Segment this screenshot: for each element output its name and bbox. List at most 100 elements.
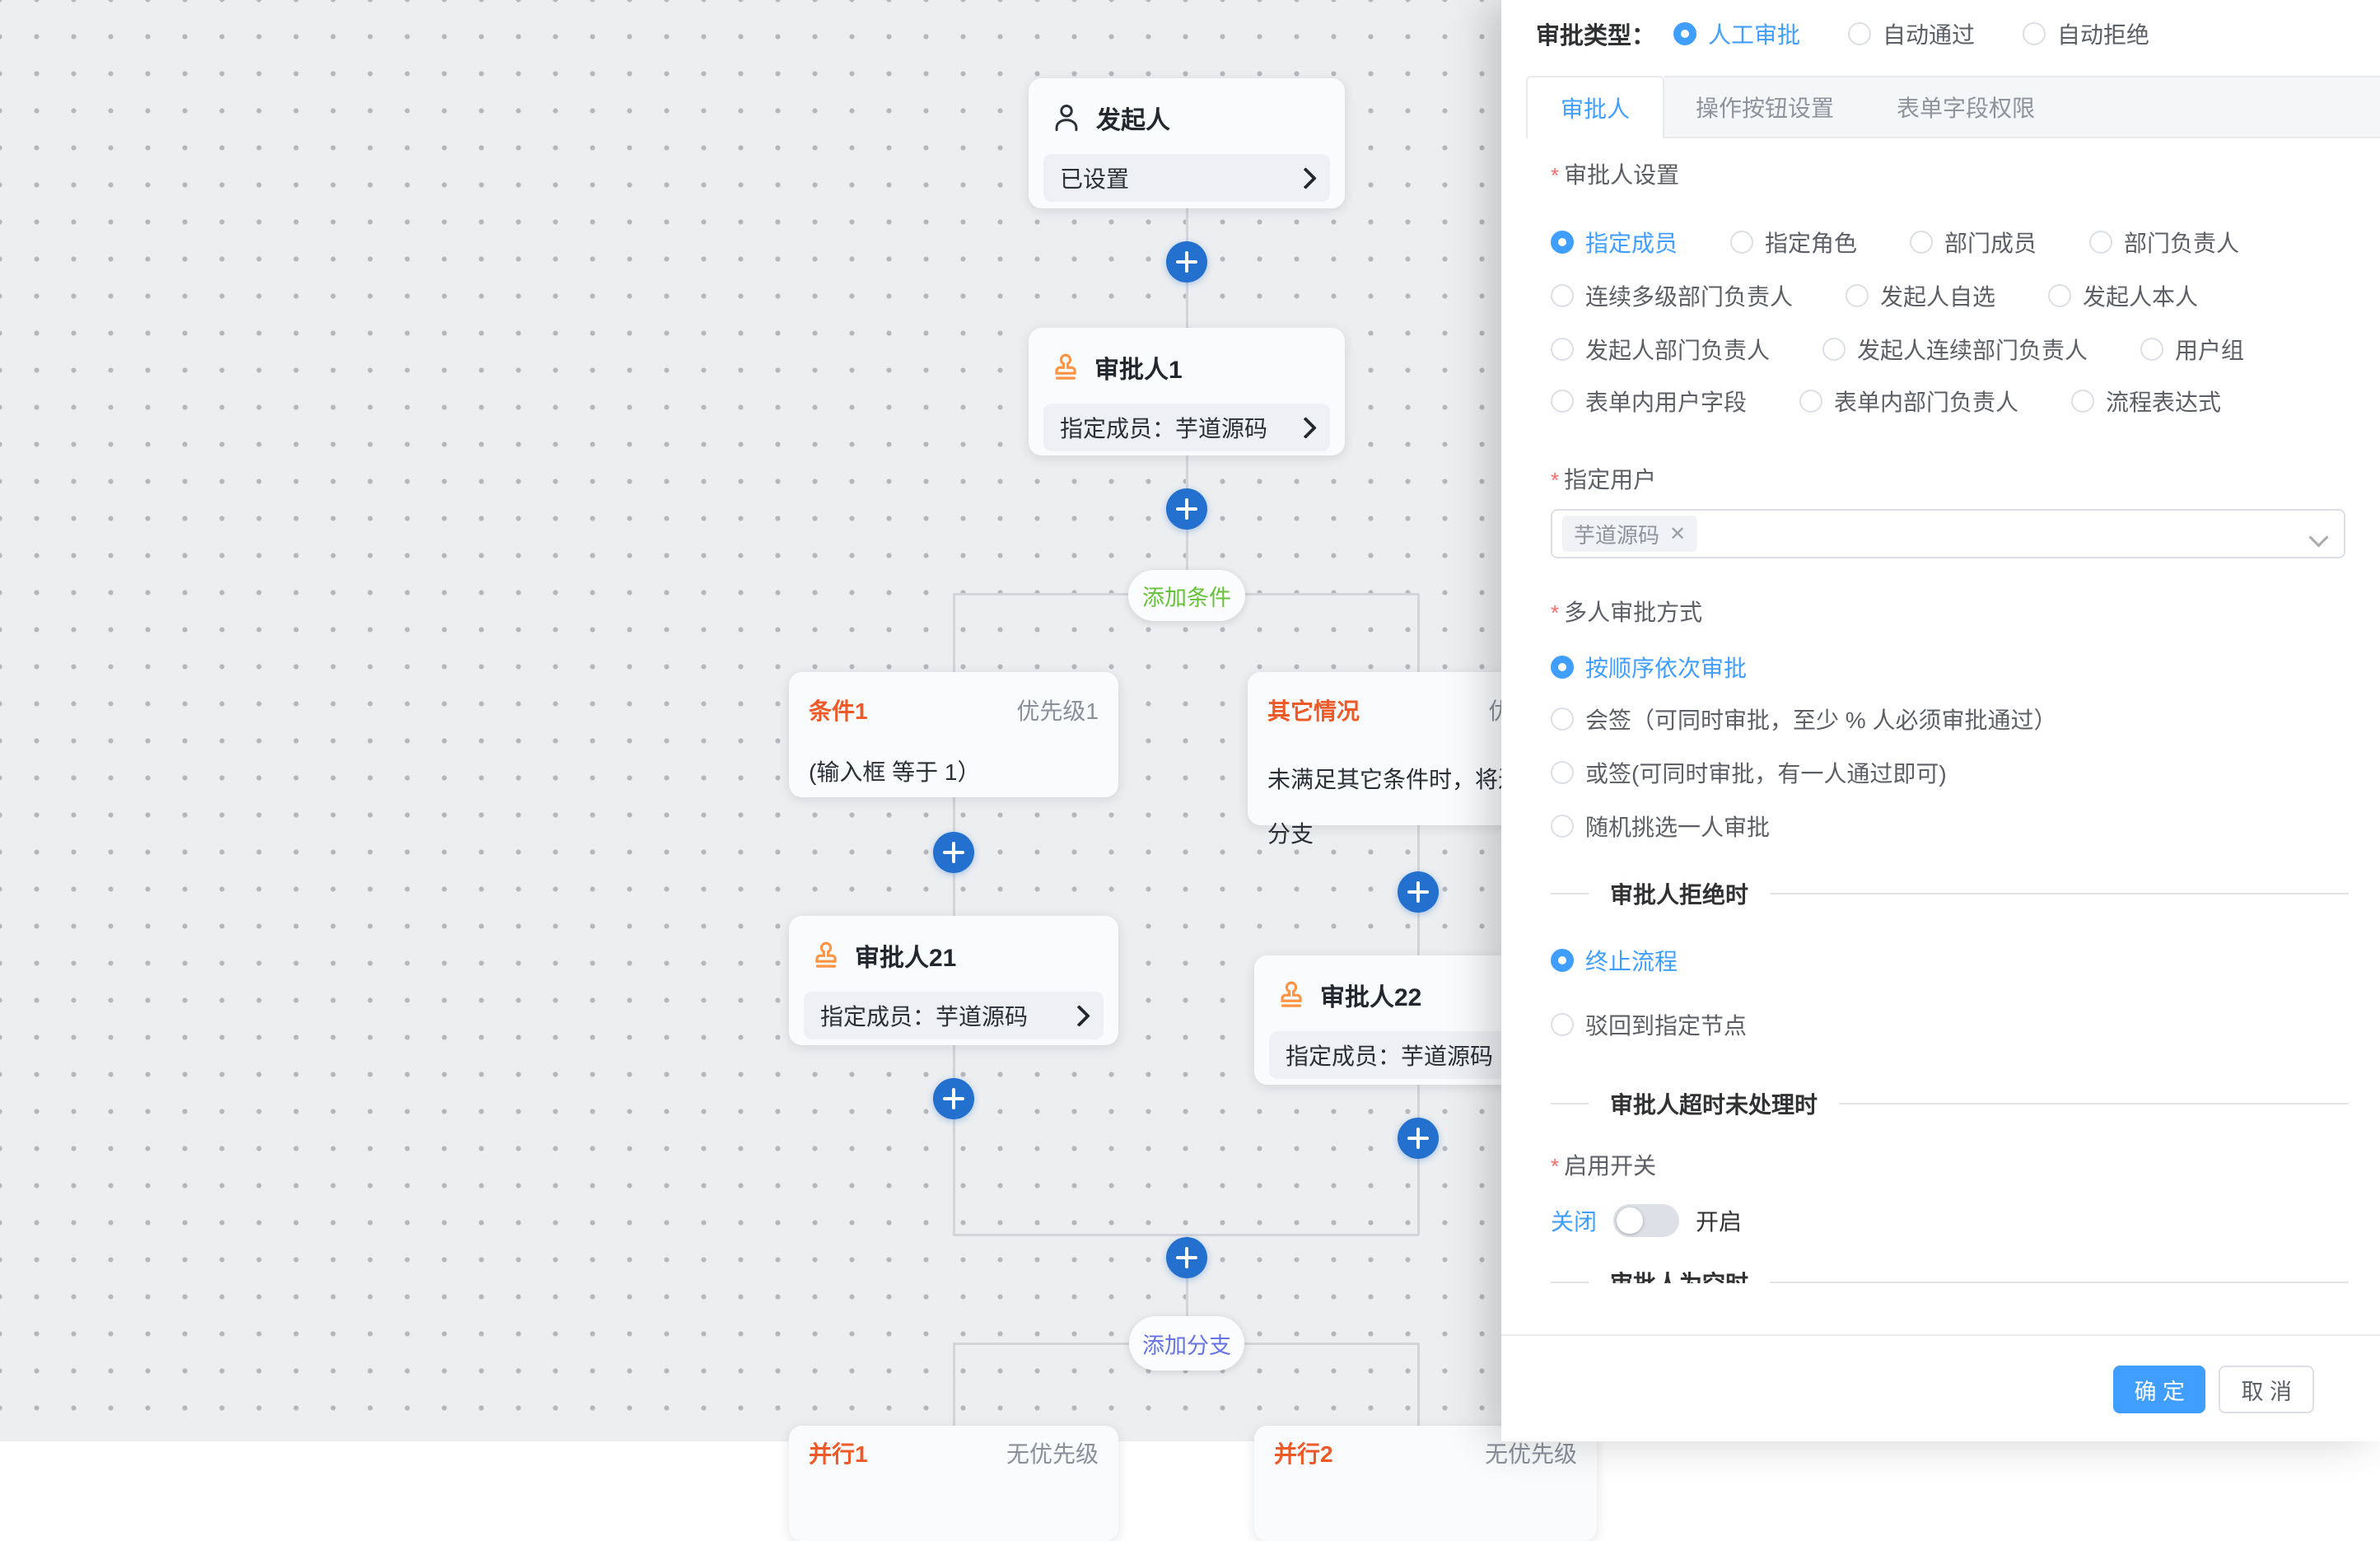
radio-user-group[interactable]: 用户组 bbox=[2140, 333, 2244, 366]
radio-form-user-field[interactable]: 表单内用户字段 bbox=[1551, 385, 1747, 418]
radio-initiator-multi-dept-leader[interactable]: 发起人连续部门负责人 bbox=[1822, 333, 2088, 366]
radio-selected-icon bbox=[1551, 656, 1574, 679]
node-approver1[interactable]: 审批人1 指定成员：芋道源码 bbox=[1029, 328, 1345, 455]
radio-multi-level-dept-leader[interactable]: 连续多级部门负责人 bbox=[1551, 279, 1793, 312]
node-settings-drawer: 审批类型： 人工审批 自动通过 自动拒绝 审批人 操作按钮设置 表单字段权限 bbox=[1501, 0, 2380, 1441]
timeout-enable-switch[interactable] bbox=[1613, 1204, 1679, 1237]
radio-selected-icon bbox=[1673, 22, 1696, 45]
approval-type-row: 审批类型： 人工审批 自动通过 自动拒绝 bbox=[1536, 13, 2197, 54]
add-node-button[interactable] bbox=[1398, 1118, 1439, 1159]
drawer-tabs: 审批人 操作按钮设置 表单字段权限 bbox=[1501, 76, 2380, 138]
radio-countersign[interactable]: 会签（可同时审批，至少 % 人必须审批通过） bbox=[1551, 705, 2056, 733]
enable-switch-label: *启用开关 bbox=[1551, 1148, 1656, 1181]
radio-initiator-choose[interactable]: 发起人自选 bbox=[1846, 279, 1995, 312]
radio-icon bbox=[1848, 22, 1871, 45]
connector bbox=[953, 1343, 955, 1426]
tab-spacer bbox=[1501, 76, 1526, 138]
radio-icon bbox=[1551, 815, 1574, 838]
radio-initiator-self[interactable]: 发起人本人 bbox=[2048, 279, 2198, 312]
footer-divider bbox=[1501, 1334, 2380, 1336]
parallel-priority: 无优先级 bbox=[1485, 1436, 1577, 1469]
connector bbox=[1417, 1343, 1420, 1426]
add-node-button[interactable] bbox=[933, 832, 974, 873]
chevron-right-icon bbox=[1295, 167, 1317, 189]
node-start[interactable]: 发起人 已设置 bbox=[1029, 78, 1345, 208]
add-condition-label: 添加条件 bbox=[1142, 580, 1231, 612]
approver-setting-row4: 表单内用户字段 表单内部门负责人 流程表达式 bbox=[1551, 387, 2274, 415]
radio-return-to-node[interactable]: 驳回到指定节点 bbox=[1551, 1011, 1747, 1039]
tag-remove-icon[interactable]: ✕ bbox=[1669, 522, 1686, 546]
radio-icon bbox=[1551, 707, 1574, 731]
radio-icon bbox=[1846, 284, 1869, 307]
timeout-section-divider: 审批人超时未处理时 bbox=[1551, 1090, 2349, 1117]
connector bbox=[1417, 594, 1420, 672]
empty-section-divider: 审批人为空时 bbox=[1551, 1269, 2349, 1283]
node-summary[interactable]: 指定成员：芋道源码 bbox=[1043, 404, 1330, 451]
radio-icon bbox=[1551, 1013, 1574, 1036]
radio-process-expression[interactable]: 流程表达式 bbox=[2071, 385, 2221, 418]
confirm-button[interactable]: 确 定 bbox=[2113, 1366, 2205, 1413]
drawer-scroll-area[interactable]: 审批类型： 人工审批 自动通过 自动拒绝 审批人 操作按钮设置 表单字段权限 bbox=[1501, 0, 2380, 1283]
node-summary[interactable]: 指定成员：芋道源码 bbox=[804, 992, 1104, 1039]
add-node-button[interactable] bbox=[1166, 1237, 1207, 1278]
condition-title: 条件1 bbox=[809, 693, 868, 726]
node-summary-text: 指定成员：芋道源码 bbox=[820, 999, 1028, 1032]
radio-initiator-dept-leader[interactable]: 发起人部门负责人 bbox=[1551, 333, 1770, 366]
radio-assigned-member[interactable]: 指定成员 bbox=[1551, 226, 1678, 259]
radio-manual-approval[interactable]: 人工审批 bbox=[1673, 17, 1800, 50]
chevron-right-icon bbox=[1295, 417, 1317, 439]
tab-form-field-perms[interactable]: 表单字段权限 bbox=[1865, 91, 2066, 124]
condition-priority: 优先级1 bbox=[1016, 693, 1099, 726]
connector bbox=[953, 594, 955, 672]
timeout-switch-row: 关闭 开启 bbox=[1551, 1203, 1742, 1238]
radio-auto-approve[interactable]: 自动通过 bbox=[1848, 17, 1975, 50]
add-node-button[interactable] bbox=[1166, 241, 1207, 283]
approver-setting-row2: 连续多级部门负责人 发起人自选 发起人本人 bbox=[1551, 282, 2251, 310]
node-condition1[interactable]: 条件1 优先级1 (输入框 等于 1） bbox=[789, 672, 1118, 797]
add-condition-button[interactable]: 添加条件 bbox=[1128, 570, 1245, 621]
switch-off-label: 关闭 bbox=[1551, 1204, 1597, 1237]
node-approver21[interactable]: 审批人21 指定成员：芋道源码 bbox=[789, 916, 1118, 1045]
assign-user-select[interactable]: 芋道源码 ✕ bbox=[1551, 509, 2345, 558]
radio-icon bbox=[1551, 338, 1574, 361]
parallel-title: 并行1 bbox=[809, 1436, 868, 1469]
radio-icon bbox=[1799, 390, 1822, 413]
connector bbox=[1417, 1085, 1420, 1235]
radio-form-dept-leader[interactable]: 表单内部门负责人 bbox=[1799, 385, 2018, 418]
add-node-button[interactable] bbox=[1166, 488, 1207, 530]
node-parallel1[interactable]: 并行1 无优先级 bbox=[789, 1426, 1118, 1541]
stamp-icon bbox=[1274, 978, 1309, 1012]
node-parallel2[interactable]: 并行2 无优先级 bbox=[1254, 1426, 1597, 1541]
radio-assigned-role[interactable]: 指定角色 bbox=[1730, 226, 1857, 259]
tab-approver[interactable]: 审批人 bbox=[1526, 76, 1664, 138]
multi-approve-label: *多人审批方式 bbox=[1551, 595, 1702, 628]
radio-icon bbox=[2089, 231, 2112, 254]
node-summary-text: 已设置 bbox=[1060, 161, 1129, 194]
stamp-icon bbox=[809, 938, 843, 973]
add-node-button[interactable] bbox=[1398, 871, 1439, 913]
radio-icon bbox=[1551, 390, 1574, 413]
radio-random-one[interactable]: 随机挑选一人审批 bbox=[1551, 812, 1770, 840]
radio-auto-reject[interactable]: 自动拒绝 bbox=[2023, 17, 2149, 50]
radio-icon bbox=[1910, 231, 1933, 254]
node-summary-text: 指定成员：芋道源码 bbox=[1286, 1039, 1493, 1072]
radio-orsign[interactable]: 或签(可同时审批，有一人通过即可) bbox=[1551, 759, 1947, 787]
condition-title: 其它情况 bbox=[1267, 693, 1360, 726]
approver-setting-row1: 指定成员 指定角色 部门成员 部门负责人 bbox=[1551, 228, 2292, 256]
add-node-button[interactable] bbox=[933, 1078, 974, 1119]
radio-icon bbox=[1730, 231, 1753, 254]
radio-terminate-process[interactable]: 终止流程 bbox=[1551, 946, 1678, 974]
radio-sequential[interactable]: 按顺序依次审批 bbox=[1551, 653, 1747, 681]
radio-dept-leader[interactable]: 部门负责人 bbox=[2089, 226, 2239, 259]
tab-button-settings[interactable]: 操作按钮设置 bbox=[1664, 91, 1865, 124]
node-summary[interactable]: 已设置 bbox=[1043, 154, 1330, 202]
radio-icon bbox=[1551, 284, 1574, 307]
reject-section-divider: 审批人拒绝时 bbox=[1551, 880, 2349, 907]
radio-dept-member[interactable]: 部门成员 bbox=[1910, 226, 2037, 259]
add-branch-button[interactable]: 添加分支 bbox=[1129, 1316, 1244, 1371]
node-title: 审批人21 bbox=[855, 937, 956, 974]
chevron-right-icon bbox=[1068, 1005, 1090, 1027]
switch-knob bbox=[1617, 1207, 1643, 1234]
cancel-button[interactable]: 取 消 bbox=[2219, 1366, 2314, 1413]
radio-selected-icon bbox=[1551, 231, 1574, 254]
